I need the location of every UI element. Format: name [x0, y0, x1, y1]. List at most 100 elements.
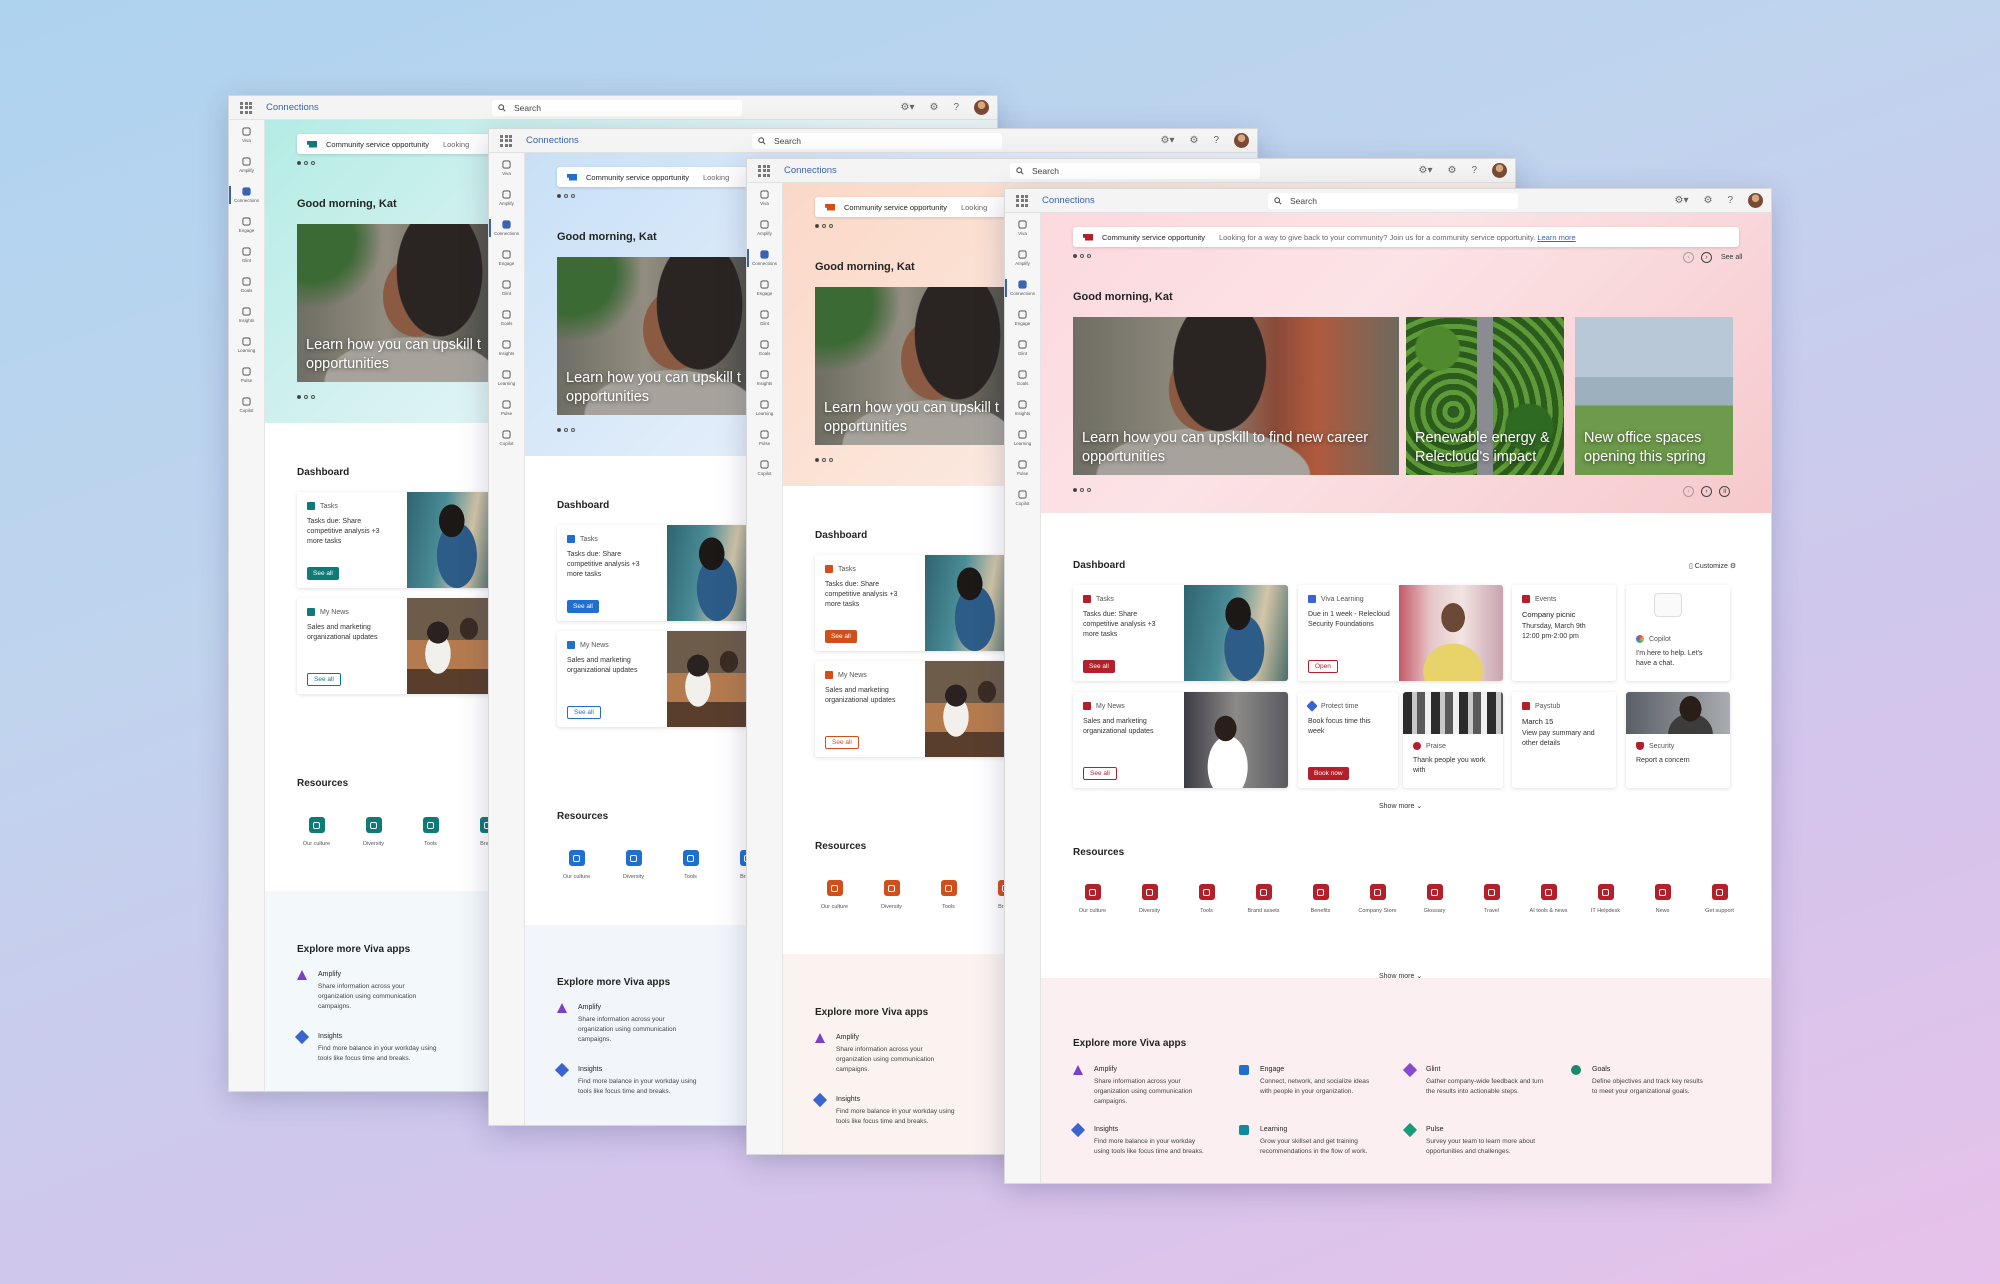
resource-diversity[interactable]: Diversity [863, 880, 920, 910]
rail-item-viva[interactable]: Viva [1005, 213, 1040, 243]
rail-item-viva[interactable]: Viva [747, 183, 782, 213]
banner-pager[interactable] [815, 224, 833, 228]
rail-item-glint[interactable]: Glint [1005, 333, 1040, 363]
news-card[interactable]: My News Sales and marketing organizationa… [1073, 692, 1288, 788]
rail-item-pulse[interactable]: Pulse [1005, 453, 1040, 483]
hero-pager[interactable] [557, 428, 575, 432]
book-now-button[interactable]: Book now [1308, 767, 1349, 780]
resource-glossary[interactable]: Glossary [1406, 884, 1463, 914]
app-title[interactable]: Connections [784, 165, 1010, 176]
praise-card[interactable]: Praise Thank people you work with [1403, 692, 1503, 788]
hero-card[interactable]: Learn how you can upskill t opportunities [815, 287, 1013, 445]
resource-tools[interactable]: Tools [662, 850, 719, 880]
rail-item-learning[interactable]: Learning [1005, 423, 1040, 453]
news-card[interactable]: My News Sales and marketing organizationa… [815, 661, 1011, 757]
search-input[interactable]: Search [492, 99, 742, 116]
news-see-all-button[interactable]: See all [1083, 767, 1117, 780]
rail-item-connections[interactable]: Connections [229, 180, 264, 210]
rail-item-glint[interactable]: Glint [229, 240, 264, 270]
avatar[interactable] [974, 100, 989, 115]
rail-item-amplify[interactable]: Amplify [489, 183, 524, 213]
explore-insights[interactable]: Insights Find more balance in your workda… [578, 1065, 698, 1097]
rail-item-copilot[interactable]: Copilot [489, 423, 524, 453]
app-launcher-icon[interactable] [758, 164, 770, 177]
explore-insights[interactable]: Insights Find more balance in your workda… [836, 1095, 956, 1127]
settings-icon[interactable]: ⚙ [1447, 165, 1456, 176]
resource-ai-tools[interactable]: AI tools & news [1520, 884, 1577, 914]
notifications-icon[interactable]: ⚙▾ [900, 102, 914, 113]
rail-item-viva[interactable]: Viva [489, 153, 524, 183]
resource-diversity[interactable]: Diversity [605, 850, 662, 880]
banner-pager[interactable] [297, 161, 315, 165]
banner-pager[interactable] [557, 194, 575, 198]
learning-open-button[interactable]: Open [1308, 660, 1338, 673]
explore-glint[interactable]: Glint Gather company-wide feedback and tu… [1426, 1065, 1544, 1097]
explore-amplify[interactable]: Amplify Share information across your org… [1094, 1065, 1212, 1107]
tasks-see-all-button[interactable]: See all [1083, 660, 1115, 673]
rail-item-insights[interactable]: Insights [1005, 393, 1040, 423]
copilot-card[interactable]: Copilot I'm here to help. Let's have a ch… [1626, 585, 1730, 681]
rail-item-copilot[interactable]: Copilot [747, 453, 782, 483]
carousel-pause-button[interactable]: ॥ [1719, 486, 1730, 497]
news-see-all-button[interactable]: See all [567, 706, 601, 719]
news-see-all-button[interactable]: See all [307, 673, 341, 686]
help-icon[interactable]: ? [953, 102, 959, 113]
news-card[interactable]: My News Sales and marketing organizationa… [557, 631, 753, 727]
resource-diversity[interactable]: Diversity [345, 817, 402, 847]
avatar[interactable] [1492, 163, 1507, 178]
hero-prev-button[interactable]: ‹ [1683, 252, 1694, 263]
app-title[interactable]: Connections [266, 102, 492, 113]
rail-item-learning[interactable]: Learning [489, 363, 524, 393]
resource-diversity[interactable]: Diversity [1121, 884, 1178, 914]
app-title[interactable]: Connections [526, 135, 752, 146]
explore-amplify[interactable]: Amplify Share information across your org… [836, 1033, 956, 1075]
tasks-see-all-button[interactable]: See all [307, 567, 339, 580]
settings-icon[interactable]: ⚙ [929, 102, 938, 113]
resource-tools[interactable]: Tools [920, 880, 977, 910]
banner-pager[interactable] [1073, 254, 1091, 258]
search-input[interactable]: Search [1268, 192, 1518, 209]
rail-item-goals[interactable]: Goals [229, 270, 264, 300]
tasks-see-all-button[interactable]: See all [825, 630, 857, 643]
hero-pager[interactable] [815, 458, 833, 462]
explore-learning[interactable]: Learning Grow your skillset and get train… [1260, 1125, 1378, 1157]
rail-item-learning[interactable]: Learning [747, 393, 782, 423]
hero-see-all-link[interactable]: See all [1721, 254, 1742, 261]
hero-card-upskill[interactable]: Learn how you can upskill to find new ca… [1073, 317, 1399, 475]
avatar[interactable] [1234, 133, 1249, 148]
explore-pulse[interactable]: Pulse Survey your team to learn more abou… [1426, 1125, 1544, 1157]
rail-item-amplify[interactable]: Amplify [747, 213, 782, 243]
resource-our-culture[interactable]: Our culture [1064, 884, 1121, 914]
hero-card-renewable[interactable]: Renewable energy & Relecloud's impact [1406, 317, 1564, 475]
explore-insights[interactable]: Insights Find more balance in your workda… [1094, 1125, 1212, 1157]
tasks-see-all-button[interactable]: See all [567, 600, 599, 613]
carousel-next-button[interactable]: › [1701, 486, 1712, 497]
rail-item-learning[interactable]: Learning [229, 330, 264, 360]
resource-our-culture[interactable]: Our culture [806, 880, 863, 910]
resource-get-support[interactable]: Get support [1691, 884, 1748, 914]
resource-our-culture[interactable]: Our culture [288, 817, 345, 847]
rail-item-goals[interactable]: Goals [1005, 363, 1040, 393]
rail-item-glint[interactable]: Glint [747, 303, 782, 333]
rail-item-goals[interactable]: Goals [747, 333, 782, 363]
hero-pager[interactable] [1073, 488, 1091, 492]
rail-item-engage[interactable]: Engage [747, 273, 782, 303]
rail-item-insights[interactable]: Insights [229, 300, 264, 330]
rail-item-copilot[interactable]: Copilot [1005, 483, 1040, 513]
rail-item-connections[interactable]: Connections [1005, 273, 1040, 303]
hero-card[interactable]: Learn how you can upskill t opportunities [297, 224, 495, 382]
rail-item-pulse[interactable]: Pulse [747, 423, 782, 453]
search-input[interactable]: Search [752, 132, 1002, 149]
app-launcher-icon[interactable] [500, 134, 512, 147]
resource-travel[interactable]: Travel [1463, 884, 1520, 914]
rail-item-pulse[interactable]: Pulse [489, 393, 524, 423]
rail-item-insights[interactable]: Insights [747, 363, 782, 393]
events-card[interactable]: Events Company picnic Thursday, March 9th … [1512, 585, 1616, 681]
notifications-icon[interactable]: ⚙▾ [1418, 165, 1432, 176]
resource-benefits[interactable]: Benefits [1292, 884, 1349, 914]
rail-item-engage[interactable]: Engage [229, 210, 264, 240]
notifications-icon[interactable]: ⚙▾ [1674, 195, 1688, 206]
rail-item-connections[interactable]: Connections [489, 213, 524, 243]
help-icon[interactable]: ? [1471, 165, 1477, 176]
help-icon[interactable]: ? [1213, 135, 1219, 146]
